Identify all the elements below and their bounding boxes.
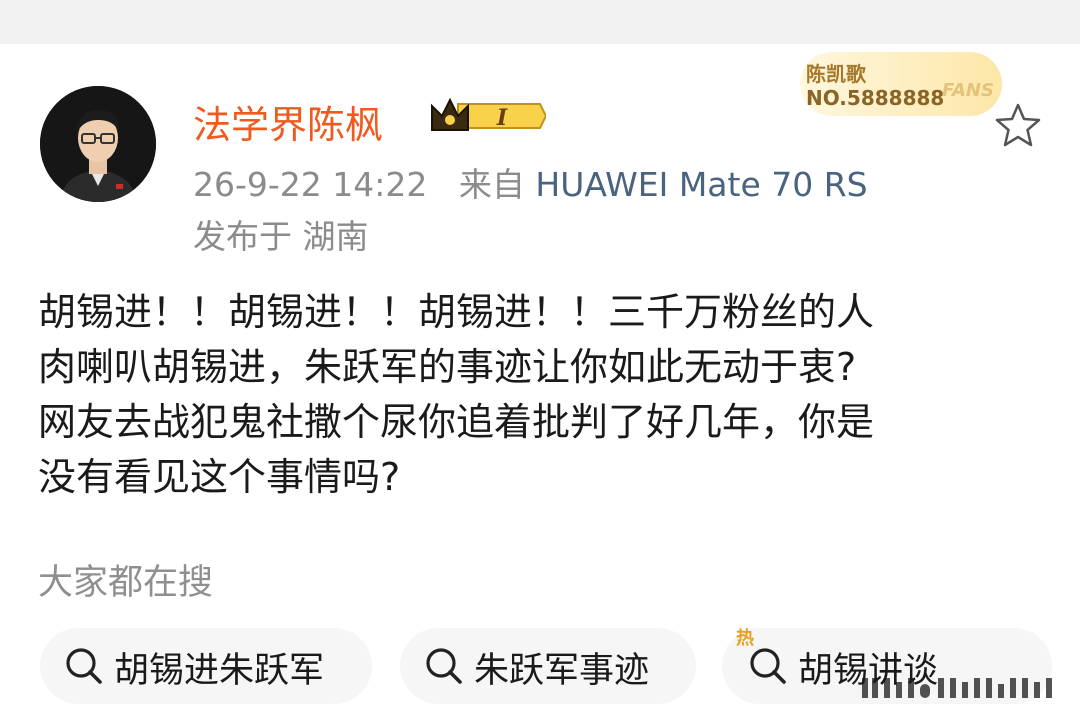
device-link[interactable]: HUAWEI Mate 70 RS [535, 165, 867, 204]
crown-icon: I [431, 97, 548, 131]
post-location: 发布于 湖南 [193, 217, 369, 256]
avatar[interactable] [40, 86, 156, 202]
top-bar [0, 0, 1080, 44]
search-icon [66, 648, 102, 684]
search-chip-label: 胡锡进朱跃军 [114, 651, 325, 691]
source-prefix: 来自 [458, 165, 525, 204]
post-meta: 26-9-22 14:22 来自 HUAWEI Mate 70 RS [193, 158, 868, 206]
search-chip-2[interactable]: 朱跃军事迹 [400, 628, 696, 704]
fan-badge-tag: FANS [942, 80, 994, 101]
level-badge-text: I [496, 105, 508, 131]
search-chip-1[interactable]: 胡锡进朱跃军 [40, 628, 372, 704]
trending-search-title: 大家都在搜 [38, 563, 214, 603]
post-content: 胡锡进！！胡锡进！！胡锡进！！三千万粉丝的人 肉喇叭胡锡进，朱跃军的事迹让你如此… [38, 290, 875, 499]
post-time: 26-9-22 14:22 [193, 165, 428, 204]
search-icon [426, 648, 462, 684]
level-badge[interactable]: I [428, 96, 548, 136]
watermark-logo [862, 678, 1052, 698]
favorite-button[interactable] [992, 100, 1044, 152]
hot-badge: 热 [736, 628, 754, 649]
hot-search-icon [750, 648, 786, 684]
fan-badge-number: NO.5888888 [806, 86, 945, 110]
fan-badge-name: 陈凯歌 [806, 62, 866, 86]
author-name[interactable]: 法学界陈枫 [193, 94, 383, 149]
search-chip-label: 朱跃军事迹 [474, 651, 650, 691]
star-icon [995, 103, 1041, 147]
avatar-image [40, 86, 156, 202]
